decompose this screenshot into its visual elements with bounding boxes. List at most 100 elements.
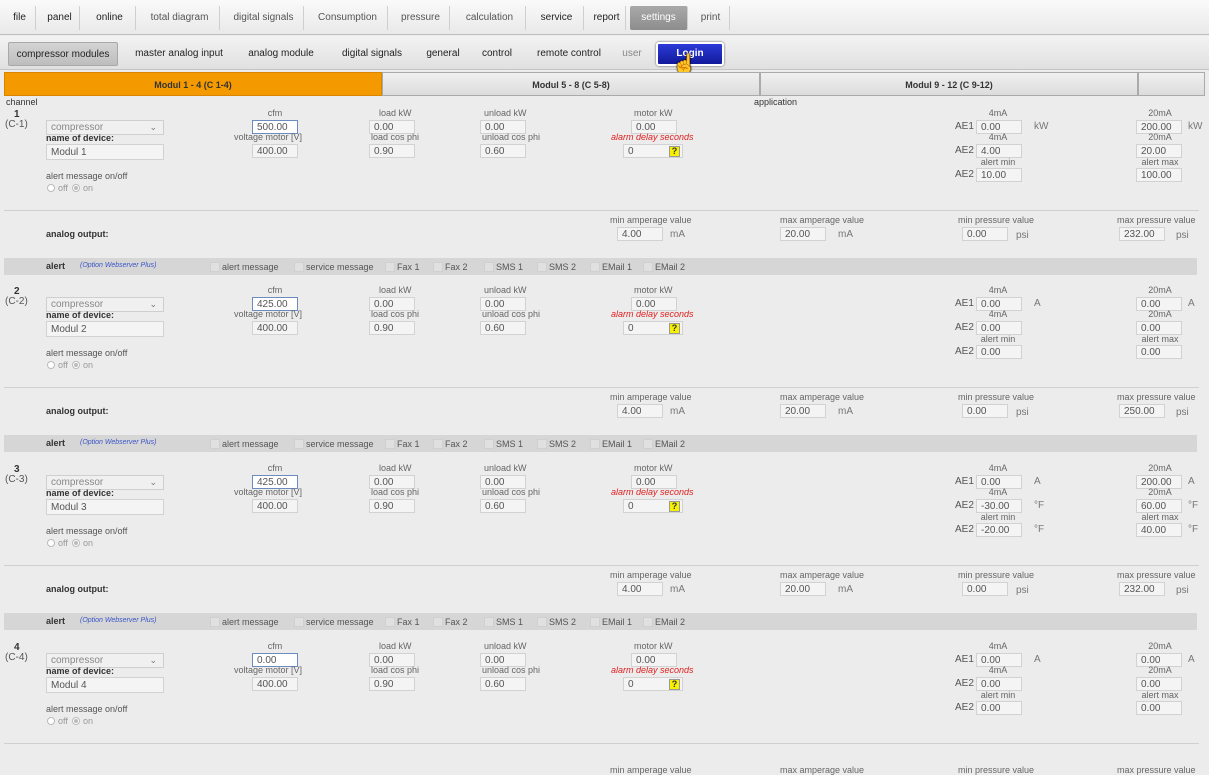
unload-cos-input[interactable]: 0.60 xyxy=(480,499,526,513)
tab-modul-1-4[interactable]: Modul 1 - 4 (C 1-4) xyxy=(4,72,382,96)
min-amperage-input[interactable]: 4.00 xyxy=(617,227,663,241)
help-icon[interactable]: ? xyxy=(669,146,680,157)
subnav-digital-signals[interactable]: digital signals xyxy=(330,42,414,66)
nav-report[interactable]: report xyxy=(588,6,626,30)
alert-option-checkbox[interactable] xyxy=(484,617,494,627)
nav-settings[interactable]: settings xyxy=(630,6,688,30)
unload-cos-input[interactable]: 0.60 xyxy=(480,677,526,691)
subnav-remote-control[interactable]: remote control xyxy=(528,42,610,66)
ae2-20ma-input[interactable]: 0.00 xyxy=(1136,321,1182,335)
alert-option-checkbox[interactable] xyxy=(590,617,600,627)
subnav-user[interactable]: user xyxy=(614,42,650,66)
min-pressure-input[interactable]: 0.00 xyxy=(962,227,1008,241)
alert-option-checkbox[interactable] xyxy=(590,262,600,272)
help-icon[interactable]: ? xyxy=(669,323,680,334)
alert-off-radio[interactable] xyxy=(47,717,55,725)
alert-option-checkbox[interactable] xyxy=(643,439,653,449)
alert-option-checkbox[interactable] xyxy=(433,439,443,449)
min-pressure-input[interactable]: 0.00 xyxy=(962,582,1008,596)
nav-print[interactable]: print xyxy=(692,6,730,30)
alert-option-checkbox[interactable] xyxy=(433,262,443,272)
subnav-control[interactable]: control xyxy=(472,42,522,66)
help-icon[interactable]: ? xyxy=(669,679,680,690)
alert-max-input[interactable]: 0.00 xyxy=(1136,701,1182,715)
max-amperage-input[interactable]: 20.00 xyxy=(780,404,826,418)
nav-online[interactable]: online xyxy=(84,6,136,30)
unload-cos-input[interactable]: 0.60 xyxy=(480,321,526,335)
alert-option-checkbox[interactable] xyxy=(537,617,547,627)
alert-max-input[interactable]: 100.00 xyxy=(1136,168,1182,182)
alert-option-checkbox[interactable] xyxy=(294,439,304,449)
alert-option-checkbox[interactable] xyxy=(385,439,395,449)
tab-modul-9-12[interactable]: Modul 9 - 12 (C 9-12) xyxy=(760,72,1138,96)
alert-off-radio[interactable] xyxy=(47,361,55,369)
nav-file[interactable]: file xyxy=(4,6,36,30)
subnav-master-analog-input[interactable]: master analog input xyxy=(126,42,232,66)
ae2-4ma-input[interactable]: 4.00 xyxy=(976,144,1022,158)
alert-option-checkbox[interactable] xyxy=(537,262,547,272)
nav-consumption[interactable]: Consumption xyxy=(308,6,388,30)
ae2-20ma-input[interactable]: 60.00 xyxy=(1136,499,1182,513)
load-cos-input[interactable]: 0.90 xyxy=(369,677,415,691)
alert-option-checkbox[interactable] xyxy=(210,262,220,272)
ae2-4ma-input[interactable]: 0.00 xyxy=(976,321,1022,335)
ae2-20ma-input[interactable]: 0.00 xyxy=(1136,677,1182,691)
device-name-input[interactable]: Modul 4 xyxy=(46,677,164,693)
tab-modul-5-8[interactable]: Modul 5 - 8 (C 5-8) xyxy=(382,72,760,96)
max-pressure-input[interactable]: 250.00 xyxy=(1119,404,1165,418)
unload-cos-input[interactable]: 0.60 xyxy=(480,144,526,158)
alert-max-input[interactable]: 40.00 xyxy=(1136,523,1182,537)
help-icon[interactable]: ? xyxy=(669,501,680,512)
alert-option-checkbox[interactable] xyxy=(484,439,494,449)
ae2-4ma-input[interactable]: -30.00 xyxy=(976,499,1022,513)
alert-option-checkbox[interactable] xyxy=(643,262,653,272)
alert-option-checkbox[interactable] xyxy=(385,262,395,272)
nav-total-diagram[interactable]: total diagram xyxy=(140,6,220,30)
max-amperage-input[interactable]: 20.00 xyxy=(780,582,826,596)
subnav-general[interactable]: general xyxy=(418,42,468,66)
max-pressure-input[interactable]: 232.00 xyxy=(1119,227,1165,241)
alert-option-checkbox[interactable] xyxy=(385,617,395,627)
alert-option-checkbox[interactable] xyxy=(210,617,220,627)
alert-off-radio[interactable] xyxy=(47,539,55,547)
ae2-4ma-input[interactable]: 0.00 xyxy=(976,677,1022,691)
alert-on-radio[interactable] xyxy=(72,717,80,725)
voltage-input[interactable]: 400.00 xyxy=(252,321,298,335)
alert-option-checkbox[interactable] xyxy=(484,262,494,272)
alert-on-radio[interactable] xyxy=(72,184,80,192)
voltage-input[interactable]: 400.00 xyxy=(252,499,298,513)
alert-option-checkbox[interactable] xyxy=(294,262,304,272)
alert-on-radio[interactable] xyxy=(72,361,80,369)
min-pressure-input[interactable]: 0.00 xyxy=(962,404,1008,418)
device-name-input[interactable]: Modul 1 xyxy=(46,144,164,160)
max-pressure-input[interactable]: 232.00 xyxy=(1119,582,1165,596)
alert-on-radio[interactable] xyxy=(72,539,80,547)
alert-option-checkbox[interactable] xyxy=(590,439,600,449)
alert-option-checkbox[interactable] xyxy=(537,439,547,449)
alert-min-input[interactable]: 0.00 xyxy=(976,345,1022,359)
device-name-input[interactable]: Modul 2 xyxy=(46,321,164,337)
alert-min-input[interactable]: 10.00 xyxy=(976,168,1022,182)
nav-calculation[interactable]: calculation xyxy=(454,6,526,30)
nav-pressure[interactable]: pressure xyxy=(392,6,450,30)
min-amperage-input[interactable]: 4.00 xyxy=(617,404,663,418)
alert-option-checkbox[interactable] xyxy=(433,617,443,627)
load-cos-input[interactable]: 0.90 xyxy=(369,499,415,513)
alert-min-input[interactable]: 0.00 xyxy=(976,701,1022,715)
nav-digital-signals[interactable]: digital signals xyxy=(224,6,304,30)
device-name-input[interactable]: Modul 3 xyxy=(46,499,164,515)
alert-option-checkbox[interactable] xyxy=(210,439,220,449)
alert-max-input[interactable]: 0.00 xyxy=(1136,345,1182,359)
alert-option-checkbox[interactable] xyxy=(294,617,304,627)
alert-min-input[interactable]: -20.00 xyxy=(976,523,1022,537)
nav-panel[interactable]: panel xyxy=(40,6,80,30)
max-amperage-input[interactable]: 20.00 xyxy=(780,227,826,241)
load-cos-input[interactable]: 0.90 xyxy=(369,321,415,335)
alert-option-checkbox[interactable] xyxy=(643,617,653,627)
voltage-input[interactable]: 400.00 xyxy=(252,144,298,158)
voltage-input[interactable]: 400.00 xyxy=(252,677,298,691)
min-amperage-input[interactable]: 4.00 xyxy=(617,582,663,596)
subnav-compressor-modules[interactable]: compressor modules xyxy=(8,42,118,66)
alert-off-radio[interactable] xyxy=(47,184,55,192)
load-cos-input[interactable]: 0.90 xyxy=(369,144,415,158)
